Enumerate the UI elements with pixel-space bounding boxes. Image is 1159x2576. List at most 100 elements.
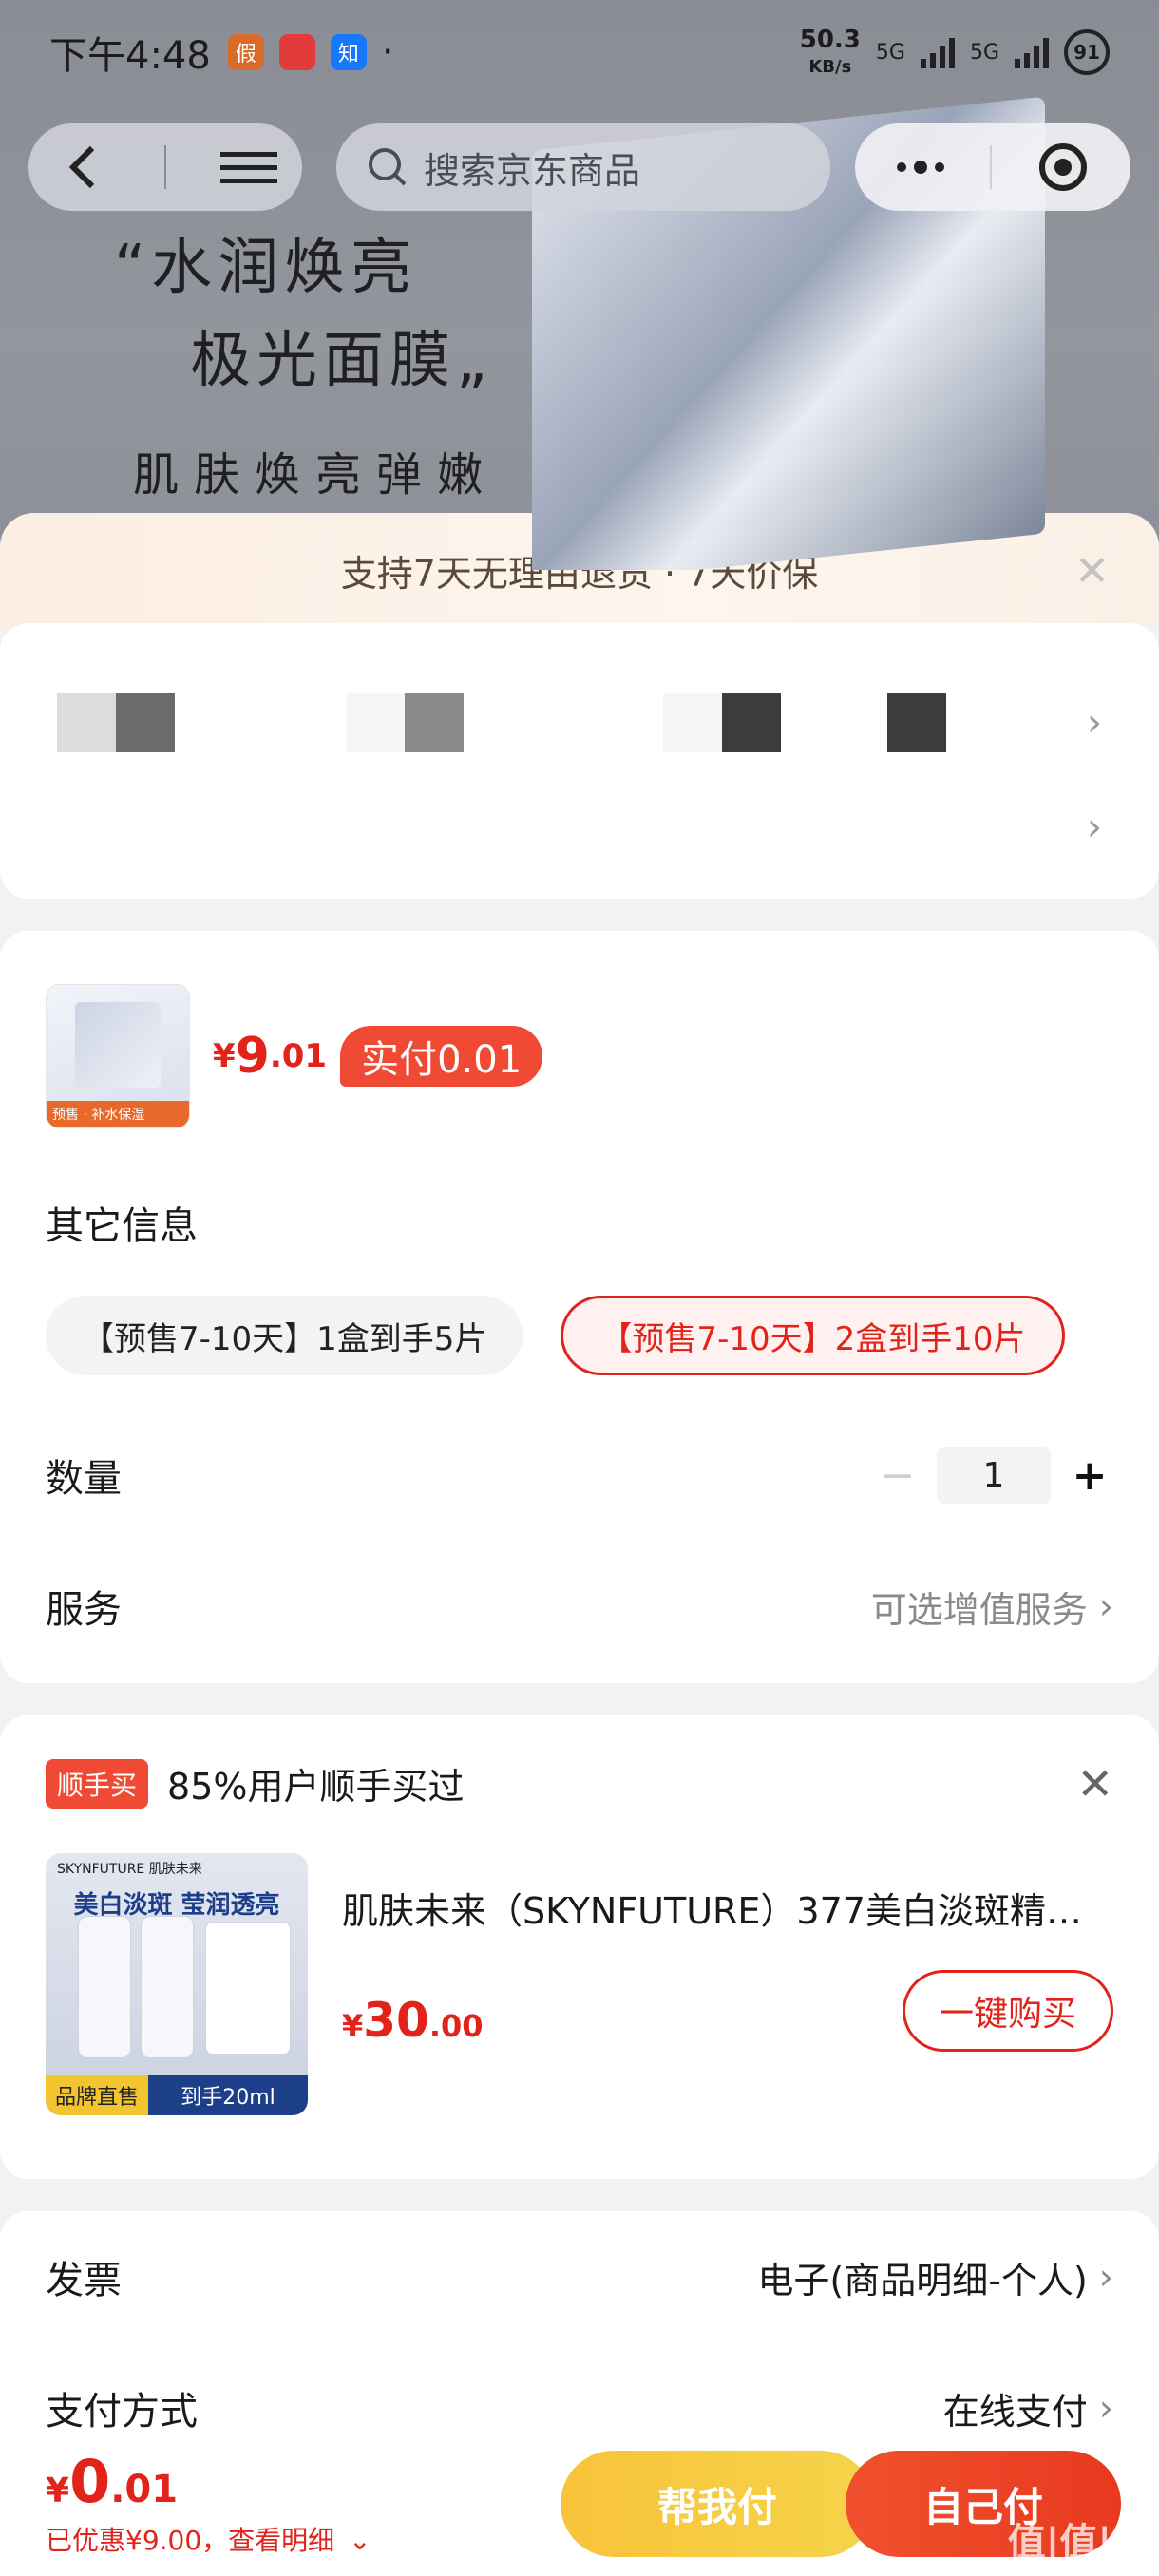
sig2-label: 5G [969,40,999,65]
chevron-right-icon: › [1087,805,1102,849]
search-icon [365,144,410,190]
checkout-sheet: 支持7天无理由退货 · 7天价保 ✕ › › 预售 · 补水保湿 ¥ 9 .01… [0,513,1159,2576]
redacted-block [887,693,946,752]
redacted-block [722,693,781,752]
chevron-down-icon: ⌄ [349,2524,371,2556]
saved-text: 已优惠¥9.00，查看明细 [46,2524,335,2556]
service-value-group: 可选增值服务 › [871,1581,1113,1633]
capsule-menu [855,123,1130,211]
menu-icon[interactable] [220,151,277,183]
reco-header: 顺手买 85%用户顺手买过 ✕ [46,1757,1113,1809]
thumb-tag: 预售 · 补水保湿 [47,1101,189,1127]
chevron-right-icon: › [1087,701,1102,745]
search-placeholder: 搜索京东商品 [424,149,641,192]
net-speed-unit: KB/s [808,57,852,77]
app-icon-jia: 假 [227,34,264,70]
price-dec: .01 [269,1037,328,1075]
help-pay-button[interactable]: 帮我付 [560,2451,874,2557]
close-icon[interactable]: ✕ [1076,1758,1113,1809]
app-icon-red [278,34,315,70]
invoice-value: 电子(商品明细-个人) [757,2259,1088,2301]
invoice-value-group: 电子(商品明细-个人) › [757,2251,1113,2303]
service-value: 可选增值服务 [870,1588,1088,1631]
reco-tag: 顺手买 [46,1758,149,1809]
quantity-value[interactable]: 1 [937,1447,1051,1504]
quantity-label: 数量 [46,1457,122,1501]
nav-divider [164,145,166,189]
address-second-row: › [0,775,1159,880]
chevron-right-icon: › [1098,2256,1113,2298]
address-card[interactable]: › › [0,623,1159,899]
quantity-stepper: − 1 + [874,1447,1113,1504]
reco-img-right: 到手20ml [148,2075,308,2115]
reco-img-brand: SKYNFUTURE 肌肤未来 [57,1862,202,1877]
reco-price-symbol: ¥ [342,2008,364,2044]
promo-line3: 肌肤焕亮弹嫩 [133,448,499,502]
watermark: 值|值|值 [1007,2521,1150,2565]
price-group: ¥ 9 .01 实付0.01 [213,1026,543,1087]
goods-row: 预售 · 补水保湿 ¥ 9 .01 实付0.01 [46,984,1113,1128]
sku-option-2box[interactable]: 【预售7-10天】2盒到手10片 [560,1296,1065,1375]
signal-icon [920,36,955,68]
service-row[interactable]: 服务 可选增值服务 › [46,1541,1113,1672]
total-dec: .01 [110,2467,179,2511]
coupon-card-image [205,1922,291,2055]
total-amount: ¥0.01 [46,2447,371,2516]
reco-price-dec: .00 [428,2008,484,2044]
nav-left-pill [28,123,302,211]
total-int: 0 [69,2446,111,2516]
sig1-label: 5G [875,40,905,65]
net-speed: 50.3 KB/s [800,28,861,77]
payment-value: 在线支付 [942,2390,1088,2433]
reco-card: 顺手买 85%用户顺手买过 ✕ SKYNFUTURE 肌肤未来 美白淡斑 莹润透… [0,1715,1159,2179]
one-click-buy-button[interactable]: 一键购买 [902,1970,1113,2052]
close-miniapp-icon[interactable] [1037,142,1089,193]
total-price: ¥0.01 已优惠¥9.00，查看明细 ⌄ [46,2447,371,2558]
product-thumbnail[interactable]: 预售 · 补水保湿 [46,984,190,1128]
search-bar[interactable]: 搜索京东商品 [336,123,830,211]
address-redacted-row: › [0,671,1159,775]
reco-img-left: 品牌直售 [46,2075,149,2115]
redacted-block [57,693,116,752]
promo-text: “水润焕亮 极光面膜„ 肌肤焕亮弹嫩 [114,218,498,503]
app-icon-zhihu: 知 [330,34,367,70]
bottle-image [78,1916,131,2058]
redacted-block [663,693,722,752]
bottle-image [141,1916,194,2058]
reco-product-image[interactable]: SKYNFUTURE 肌肤未来 美白淡斑 莹润透亮 品牌直售 到手20ml [46,1853,308,2115]
plus-button[interactable]: + [1066,1451,1113,1500]
redacted-block [116,693,175,752]
invoice-row[interactable]: 发票 电子(商品明细-个人) › [46,2211,1113,2342]
service-label: 服务 [46,1588,122,1632]
price-symbol: ¥ [213,1037,236,1075]
goods-card: 预售 · 补水保湿 ¥ 9 .01 实付0.01 其它信息 【预售7-10天】1… [0,931,1159,1683]
status-time: 下午4:48 [49,34,211,78]
net-speed-value: 50.3 [799,26,861,54]
reco-img-banner: 品牌直售 到手20ml [46,2075,308,2115]
redacted-block [346,693,405,752]
capsule-divider [990,145,992,189]
promo-line1: “水润焕亮 [114,233,418,303]
saved-detail-link[interactable]: 已优惠¥9.00，查看明细 ⌄ [46,2520,371,2558]
reco-title[interactable]: 肌肤未来（SKYNFUTURE）377美白淡斑精… [342,1882,1117,1934]
payment-value-group: 在线支付 › [943,2382,1113,2434]
status-bar: 下午4:48 假 知 · 50.3 KB/s 5G 5G 91 [0,0,1159,104]
more-icon[interactable] [897,161,944,174]
total-symbol: ¥ [46,2471,70,2510]
checkout-bottom-bar: ¥0.01 已优惠¥9.00，查看明细 ⌄ 帮我付 自己付 值|值|值 [0,2428,1159,2576]
sku-option-1box[interactable]: 【预售7-10天】1盒到手5片 [46,1296,523,1375]
quantity-row: 数量 − 1 + [46,1410,1113,1541]
product-page-backdrop: “水润焕亮 极光面膜„ 肌肤焕亮弹嫩 下午4:48 假 知 · 50.3 KB/… [0,0,1159,570]
promo-line2: 极光面膜„ [190,326,494,396]
back-icon[interactable] [53,144,110,190]
redacted-block [405,693,464,752]
chevron-right-icon: › [1098,2387,1113,2429]
top-nav: 搜索京东商品 [28,123,1130,211]
paid-badge: 实付0.01 [340,1026,543,1087]
invoice-label: 发票 [46,2259,122,2302]
sku-options: 【预售7-10天】1盒到手5片 【预售7-10天】2盒到手10片 [46,1296,1113,1375]
close-icon[interactable]: ✕ [1074,547,1110,596]
battery-icon: 91 [1064,29,1110,75]
minus-button[interactable]: − [874,1451,922,1500]
status-more-dot: · [381,30,394,74]
